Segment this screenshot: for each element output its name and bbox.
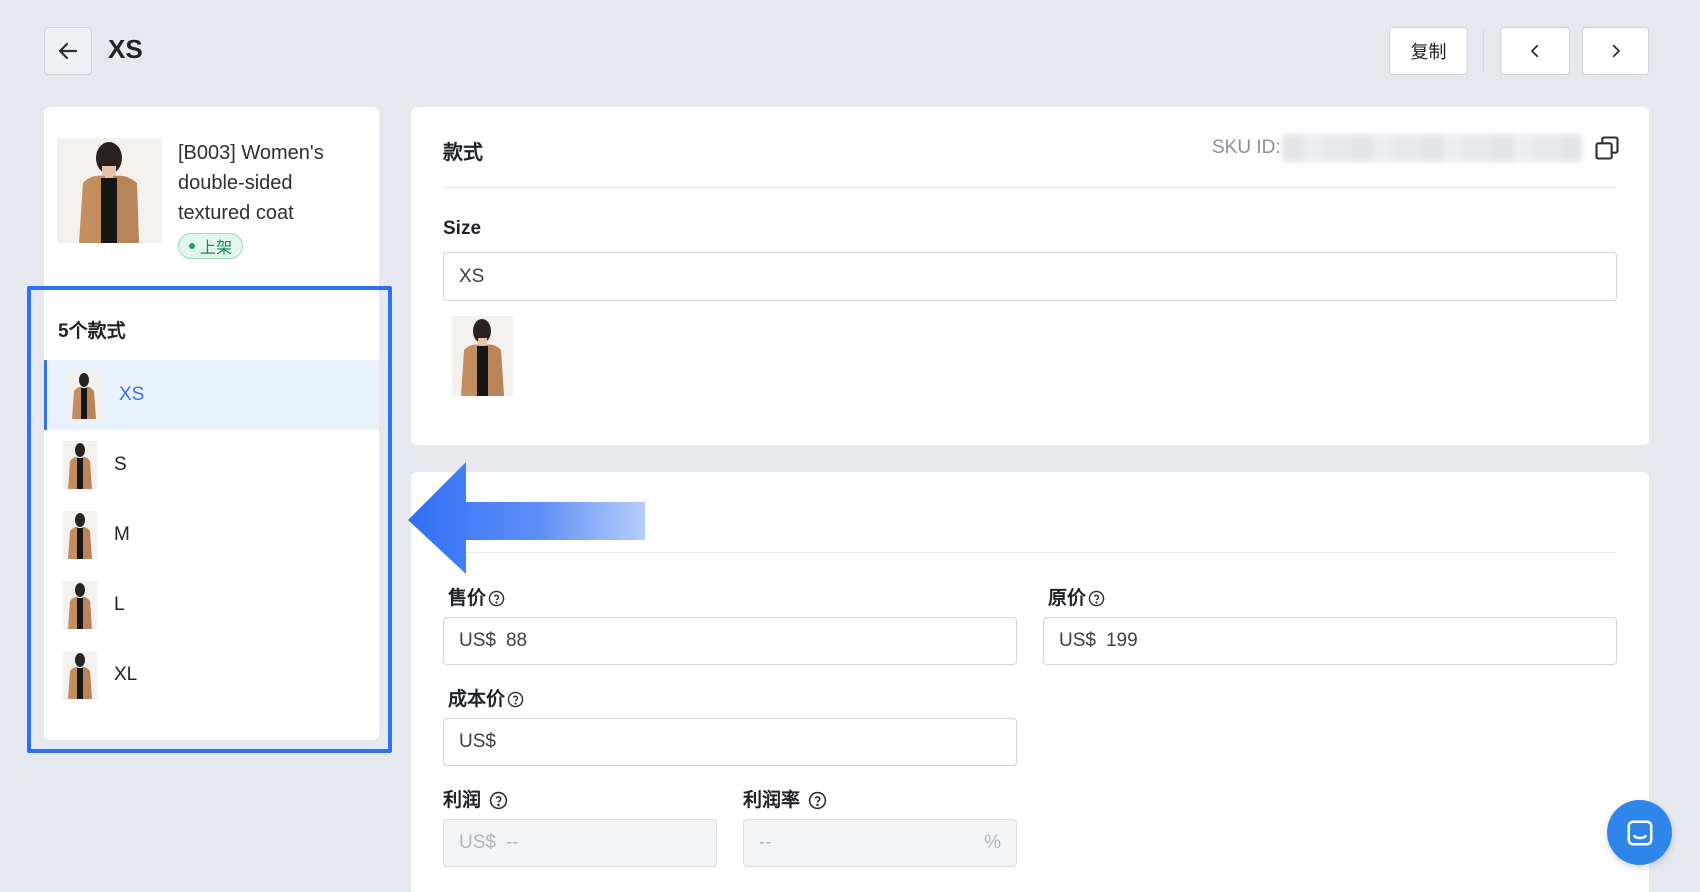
style-card-divider [443, 187, 1617, 188]
margin-input: -- % [743, 819, 1017, 867]
margin-label-wrap: 利润率 [743, 785, 827, 812]
variant-item-xl[interactable]: XL [44, 640, 379, 710]
status-dot-icon [189, 243, 195, 249]
arrow-left-icon [58, 42, 78, 60]
style-card-title: 款式 [443, 142, 483, 164]
product-thumbnail [57, 138, 162, 243]
cost-price-currency: US$ [459, 731, 496, 752]
chevron-right-icon [1612, 44, 1620, 58]
variant-thumbnail [63, 511, 97, 559]
sale-price-label-wrap: 售价 [448, 583, 505, 610]
profit-label: 利润 [443, 790, 482, 811]
variant-thumbnail [63, 581, 97, 629]
chat-support-button[interactable] [1607, 800, 1672, 865]
original-price-value: 199 [1105, 630, 1138, 651]
sale-price-currency: US$ [459, 630, 496, 651]
header-divider [1483, 30, 1484, 72]
margin-unit: % [984, 832, 1001, 853]
help-icon[interactable] [489, 791, 508, 810]
status-badge: 上架 [178, 233, 244, 259]
variant-image[interactable] [452, 316, 513, 396]
original-price-currency: US$ [1059, 630, 1096, 651]
original-price-label: 原价 [1048, 588, 1087, 609]
help-icon[interactable] [507, 691, 524, 708]
cost-price-label-wrap: 成本价 [448, 684, 524, 711]
sale-price-input[interactable]: US$ 88 [443, 617, 1017, 665]
variant-thumbnail [67, 371, 101, 419]
original-price-label-wrap: 原价 [1048, 583, 1105, 610]
variant-item-l[interactable]: L [44, 570, 379, 640]
status-badge-label: 上架 [200, 240, 233, 257]
variant-label: XS [119, 384, 145, 405]
profit-currency: US$ [459, 832, 496, 853]
sku-id-value-redacted [1282, 134, 1582, 162]
variant-label: XL [114, 664, 138, 685]
variant-item-xs[interactable]: XS [44, 360, 379, 430]
annotation-arrow-icon [408, 462, 645, 574]
variant-item-s[interactable]: S [44, 430, 379, 500]
sale-price-label: 售价 [448, 588, 487, 609]
profit-label-wrap: 利润 [443, 785, 508, 812]
variants-title: 5个款式 [58, 321, 126, 342]
profit-value: -- [505, 832, 519, 853]
copy-button[interactable]: 复制 [1389, 27, 1468, 75]
cost-price-input[interactable]: US$ [443, 718, 1017, 766]
sku-id-label: SKU ID: [1212, 137, 1281, 158]
margin-label: 利润率 [743, 790, 801, 811]
help-icon[interactable] [808, 791, 827, 810]
sale-price-value: 88 [505, 630, 528, 651]
next-button[interactable] [1582, 27, 1649, 75]
original-price-input[interactable]: US$ 199 [1043, 617, 1617, 665]
copy-icon[interactable] [1593, 134, 1621, 162]
variant-label: M [114, 524, 130, 545]
back-button[interactable] [44, 27, 92, 75]
variant-label: L [114, 594, 125, 615]
product-name: [B003] Women's double-sided textured coa… [178, 142, 324, 224]
variant-item-m[interactable]: M [44, 500, 379, 570]
help-icon[interactable] [488, 590, 505, 607]
profit-input: US$ -- [443, 819, 717, 867]
page-title: XS [108, 34, 143, 64]
margin-value: -- [759, 832, 772, 853]
chat-icon [1627, 820, 1652, 845]
variant-label: S [114, 454, 127, 475]
variant-thumbnail [63, 441, 97, 489]
size-label: Size [443, 218, 482, 239]
size-input[interactable]: XS [443, 252, 1617, 301]
previous-button[interactable] [1500, 27, 1570, 75]
chevron-left-icon [1531, 44, 1539, 58]
help-icon[interactable] [1088, 590, 1105, 607]
cost-price-label: 成本价 [448, 689, 506, 710]
variant-thumbnail [63, 651, 97, 699]
